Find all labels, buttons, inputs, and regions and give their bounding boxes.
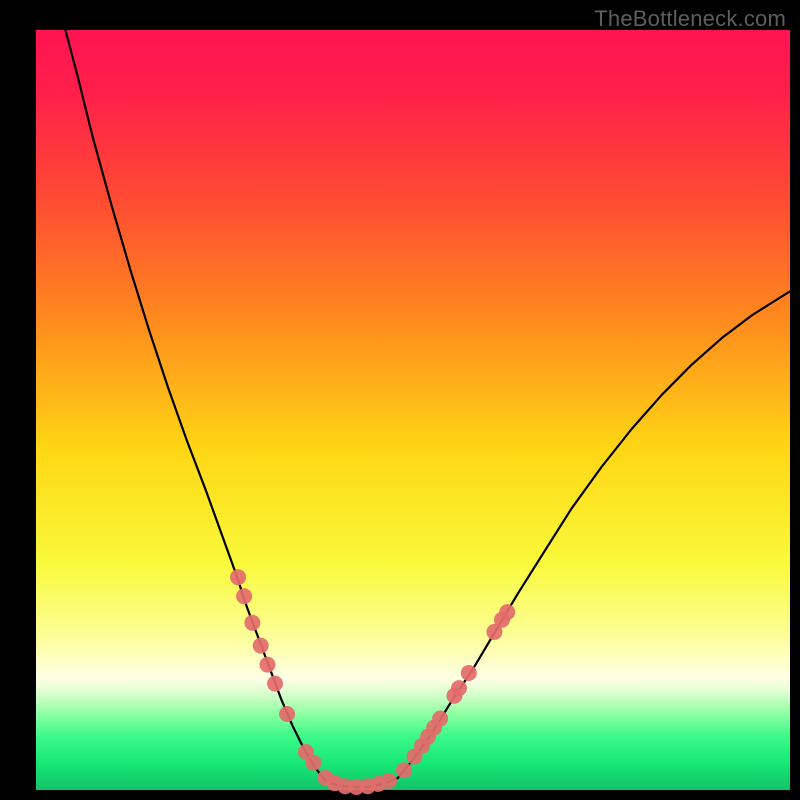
marker-point <box>305 755 321 771</box>
marker-point <box>279 706 295 722</box>
marker-point <box>432 711 448 727</box>
marker-point <box>396 762 412 778</box>
plot-background <box>36 30 790 790</box>
marker-point <box>381 773 397 789</box>
marker-point <box>499 604 515 620</box>
watermark-text: TheBottleneck.com <box>594 6 786 32</box>
marker-point <box>461 665 477 681</box>
chart-svg <box>0 0 800 800</box>
marker-point <box>244 615 260 631</box>
marker-point <box>253 638 269 654</box>
marker-point <box>259 657 275 673</box>
marker-point <box>230 569 246 585</box>
marker-point <box>451 680 467 696</box>
chart-stage: TheBottleneck.com <box>0 0 800 800</box>
marker-point <box>236 588 252 604</box>
marker-point <box>267 676 283 692</box>
